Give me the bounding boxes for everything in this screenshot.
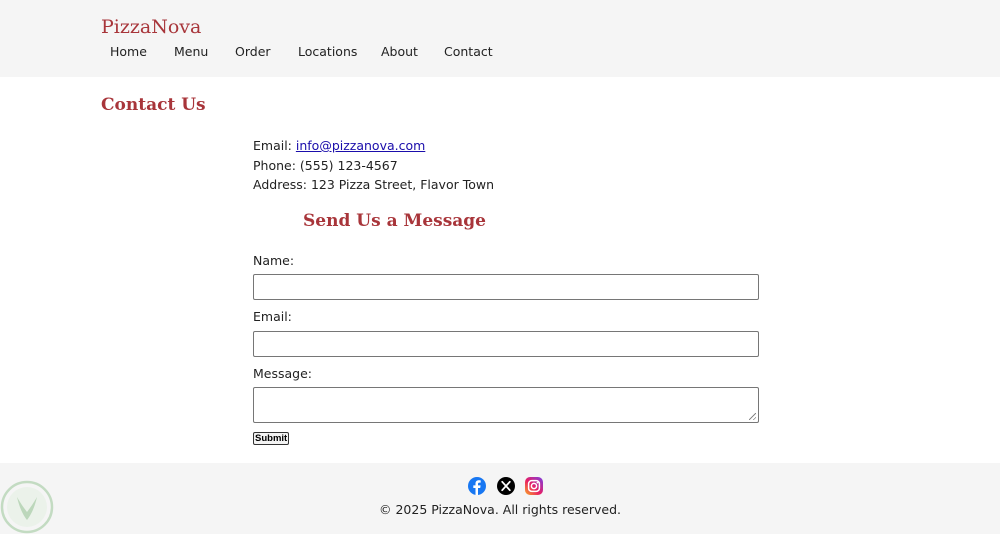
- watermark-logo-icon: [0, 480, 56, 534]
- message-label: Message:: [253, 366, 312, 381]
- name-input[interactable]: [253, 274, 759, 300]
- site-header: PizzaNova Home Menu Order Locations Abou…: [0, 0, 1000, 77]
- nav-menu[interactable]: Menu: [174, 44, 208, 59]
- instagram-icon[interactable]: [525, 477, 543, 495]
- message-textarea[interactable]: [253, 387, 759, 423]
- site-footer: [0, 463, 1000, 534]
- nav-contact[interactable]: Contact: [444, 44, 493, 59]
- email-input[interactable]: [253, 331, 759, 357]
- form-title: Send Us a Message: [303, 211, 486, 231]
- x-icon[interactable]: [497, 477, 515, 495]
- site-logo[interactable]: PizzaNova: [101, 16, 201, 38]
- email-field-label: Email:: [253, 309, 292, 324]
- copyright-text: © 2025 PizzaNova. All rights reserved.: [379, 502, 621, 517]
- page-title: Contact Us: [101, 95, 206, 115]
- nav-order[interactable]: Order: [235, 44, 271, 59]
- nav-locations[interactable]: Locations: [298, 44, 357, 59]
- name-label: Name:: [253, 253, 295, 268]
- nav-home[interactable]: Home: [110, 44, 147, 59]
- email-line: Email: info@pizzanova.com: [253, 136, 494, 156]
- nav-about[interactable]: About: [381, 44, 418, 59]
- email-link[interactable]: info@pizzanova.com: [296, 138, 425, 153]
- email-label: Email:: [253, 138, 296, 153]
- facebook-icon[interactable]: [468, 477, 486, 495]
- resize-handle[interactable]: [749, 413, 756, 420]
- phone-line: Phone: (555) 123-4567: [253, 157, 398, 173]
- contact-info: Email: info@pizzanova.com Phone: (555) 1…: [253, 136, 494, 195]
- submit-button[interactable]: Submit: [253, 432, 290, 445]
- address-line: Address: 123 Pizza Street, Flavor Town: [253, 177, 495, 192]
